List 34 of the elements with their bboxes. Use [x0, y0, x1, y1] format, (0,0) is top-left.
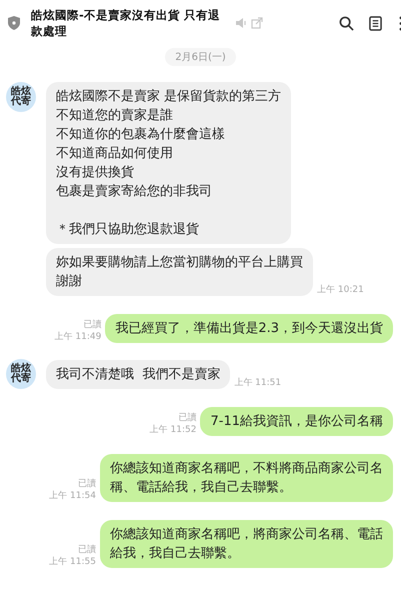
message-text: 稱、電話給我，我自己去聯繫。 — [110, 479, 292, 497]
shield-icon — [8, 16, 20, 30]
message-text: 不知道您的賣家是誰 — [56, 107, 173, 125]
message-time: 上午 11:51 — [234, 377, 282, 389]
notes-icon[interactable] — [369, 16, 382, 30]
message-text: 你總該知道商家名稱吧，將商家公司名稱、電話 — [110, 526, 383, 544]
message-text: 不知道你的包裹為什麼會這樣 — [56, 126, 225, 144]
message-text: 沒有提供換貨 — [56, 164, 134, 182]
message-text: 妳如果要購物請上您當初購物的平台上購買 — [56, 254, 303, 272]
read-status: 已讀 — [178, 412, 196, 424]
read-status: 已讀 — [83, 319, 102, 331]
message-text: 我已經買了，準備出貨是2.3，到今天還沒出貨 — [115, 320, 383, 338]
message-time: 上午 10:21 — [317, 284, 364, 296]
message-time: 上午 11:55 — [49, 556, 96, 568]
message-text: ＊我們只協助您退款退貨 — [56, 221, 199, 239]
message-time: 上午 11:52 — [150, 424, 196, 436]
message-text: 你總該知道商家名稱吧，不料將商品商家公司名 — [110, 460, 383, 478]
chat-title: 皓炫國際-不是賣家沒有出貨 只有退款處理 — [31, 7, 221, 39]
message-text: 包裹是賣家寄給您的非我司 — [56, 183, 212, 201]
message-text: 給我，我自己去聯繫。 — [110, 545, 240, 563]
message-text: 謝謝 — [56, 273, 82, 291]
muted-speaker-icon — [235, 17, 247, 29]
message-text: 皓炫國際不是賣家 是保留貨款的第三方 — [56, 88, 282, 106]
message-time: 上午 11:49 — [54, 331, 102, 343]
read-status: 已讀 — [78, 544, 96, 556]
message-text: 不知道商品如何使用 — [56, 145, 173, 163]
date-label: 2月6日(一) — [165, 48, 236, 66]
read-status: 已讀 — [78, 478, 96, 490]
message-time: 上午 11:54 — [49, 490, 96, 502]
message-text: 我司不清楚哦 我們不是賣家 — [56, 366, 220, 384]
avatar[interactable]: 皓炫 代寄 — [6, 82, 36, 112]
message-text: 7-11給我資訊，是你公司名稱 — [210, 413, 383, 431]
avatar[interactable]: 皓炫 代寄 — [6, 359, 36, 389]
search-icon[interactable] — [339, 16, 354, 30]
